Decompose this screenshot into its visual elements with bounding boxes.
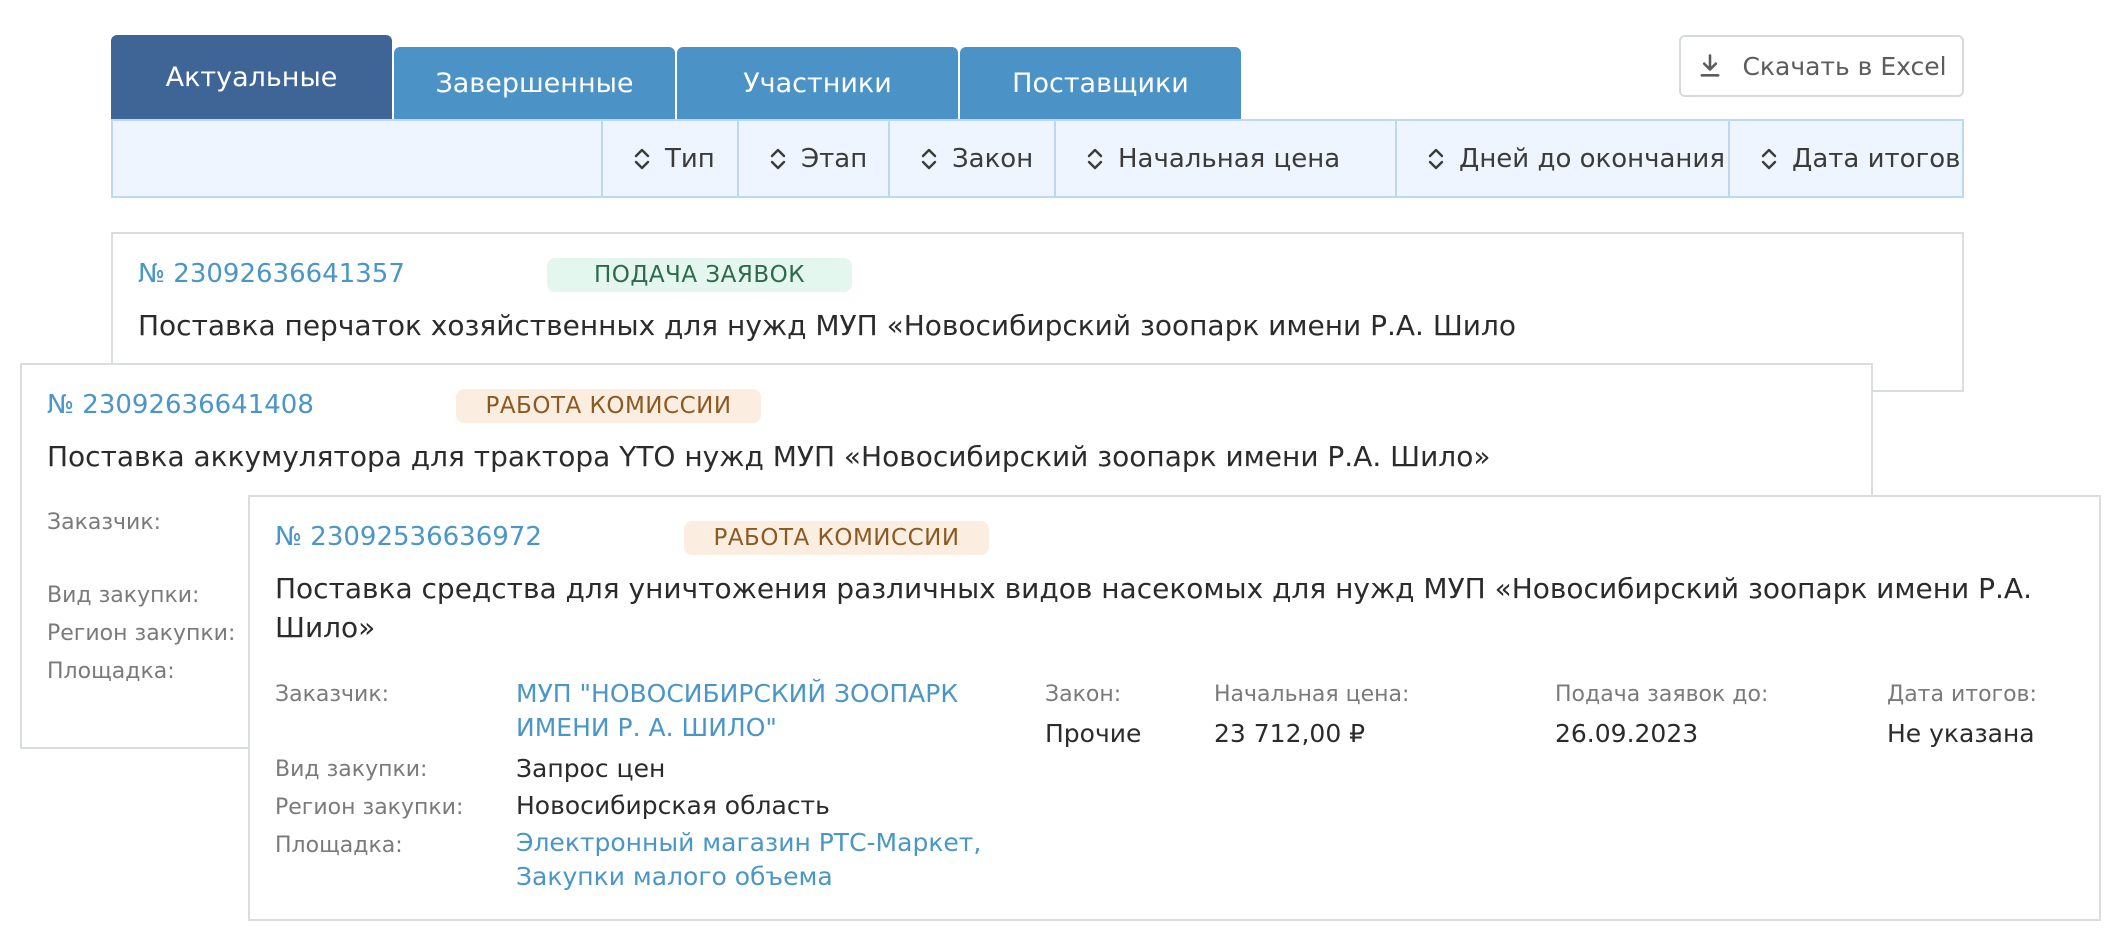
sort-start-price-label: Начальная цена [1118, 143, 1341, 174]
sort-results-date[interactable]: Дата итогов [1728, 121, 1962, 196]
tab-current[interactable]: Актуальные [111, 35, 392, 119]
law-value: Прочие [1045, 719, 1142, 748]
download-icon [1700, 54, 1720, 77]
tender-title[interactable]: Поставка аккумулятора для трактора YTO н… [47, 437, 1490, 476]
tab-suppliers[interactable]: Поставщики [960, 47, 1241, 119]
sort-type[interactable]: Тип [601, 121, 737, 196]
tender-title[interactable]: Поставка средства для уничтожения различ… [275, 569, 2075, 647]
platform-line: Электронный магазин РТС-Маркет, [516, 828, 982, 857]
customer-label: Заказчик: [47, 510, 162, 535]
sort-type-label: Тип [665, 143, 715, 174]
customer-name-line: ИМЕНИ Р. А. ШИЛО" [516, 713, 777, 742]
region-label: Регион закупки: [275, 795, 464, 820]
tender-number[interactable]: № 23092636641357 [138, 259, 405, 289]
tab-completed[interactable]: Завершенные [394, 47, 675, 119]
region-value: Новосибирская область [516, 791, 830, 820]
customer-link[interactable]: МУП "НОВОСИБИРСКИЙ ЗООПАРК ИМЕНИ Р. А. Ш… [516, 677, 958, 745]
customer-label: Заказчик: [275, 682, 390, 707]
purchase-type-label: Вид закупки: [275, 757, 428, 782]
deadline-value: 26.09.2023 [1555, 719, 1699, 748]
purchase-type-value: Запрос цен [516, 754, 666, 783]
sort-stage[interactable]: Этап [737, 121, 888, 196]
customer-name-line: МУП "НОВОСИБИРСКИЙ ЗООПАРК [516, 679, 959, 708]
tender-title[interactable]: Поставка перчаток хозяйственных для нужд… [138, 306, 1516, 345]
sort-arrows-icon [770, 148, 786, 169]
tender-number[interactable]: № 23092636641408 [47, 390, 314, 420]
results-date-value: Не указана [1887, 719, 2035, 748]
sort-stage-label: Этап [801, 143, 868, 174]
sort-arrows-icon [1428, 148, 1444, 169]
platform-link[interactable]: Электронный магазин РТС-Маркет, Закупки … [516, 826, 981, 894]
sort-bar: Тип Этап Закон Начальная цена Дней до ок… [111, 119, 1964, 198]
tender-card[interactable]: № 23092536636972 РАБОТА КОМИССИИ Поставк… [248, 495, 2101, 921]
start-price-label: Начальная цена: [1214, 682, 1410, 707]
start-price-value: 23 712,00 ₽ [1214, 719, 1366, 748]
tender-number[interactable]: № 23092536636972 [275, 522, 542, 552]
sort-results-date-label: Дата итогов [1792, 143, 1961, 174]
sort-arrows-icon [1761, 148, 1777, 169]
export-excel-label: Скачать в Excel [1742, 51, 1947, 81]
law-label: Закон: [1045, 682, 1122, 707]
tender-title-line: Шило» [275, 611, 376, 644]
platform-line: Закупки малого объема [516, 862, 833, 891]
status-badge: РАБОТА КОМИССИИ [684, 521, 989, 555]
sort-arrows-icon [921, 148, 937, 169]
sort-days-left-label: Дней до окончания [1459, 143, 1725, 174]
sort-law[interactable]: Закон [888, 121, 1054, 196]
tab-participants[interactable]: Участники [677, 47, 958, 119]
sort-arrows-icon [1087, 148, 1103, 169]
sort-law-label: Закон [952, 143, 1034, 174]
platform-label: Площадка: [47, 659, 175, 684]
tender-title-line: Поставка средства для уничтожения различ… [275, 572, 2032, 605]
status-badge: РАБОТА КОМИССИИ [456, 389, 761, 423]
sort-arrows-icon [634, 148, 650, 169]
region-label: Регион закупки: [47, 621, 236, 646]
sort-start-price[interactable]: Начальная цена [1054, 121, 1395, 196]
platform-label: Площадка: [275, 833, 403, 858]
export-excel-button[interactable]: Скачать в Excel [1679, 35, 1964, 97]
results-date-label: Дата итогов: [1887, 682, 2037, 707]
purchase-type-label: Вид закупки: [47, 583, 200, 608]
status-badge: ПОДАЧА ЗАЯВОК [547, 258, 852, 292]
deadline-label: Подача заявок до: [1555, 682, 1769, 707]
sort-days-left[interactable]: Дней до окончания [1395, 121, 1728, 196]
